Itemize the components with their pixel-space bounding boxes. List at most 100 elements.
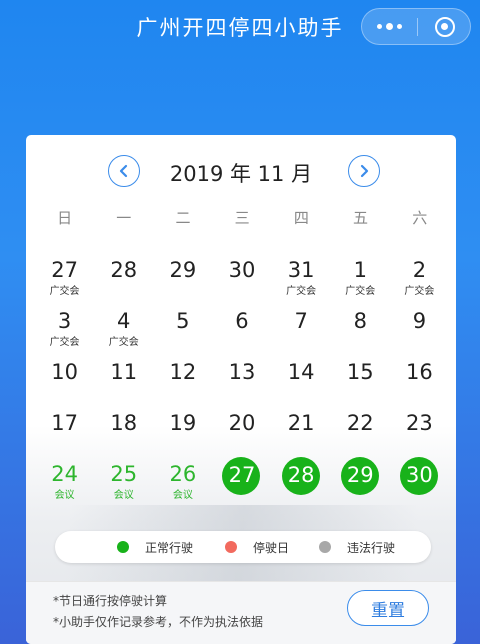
calendar-day-cell[interactable]: 9 <box>390 302 449 353</box>
weekday-label: 三 <box>234 209 250 227</box>
day-note: 广交会 <box>404 286 435 297</box>
day-note: 广交会 <box>49 337 80 348</box>
day-number: 27 <box>51 258 78 282</box>
calendar-day-cell[interactable]: 24 会议 <box>35 455 94 506</box>
day-note: 广交会 <box>345 286 376 297</box>
calendar-day-cell[interactable]: 13 <box>212 353 271 404</box>
calendar-day-cell[interactable]: 18 <box>94 404 153 455</box>
calendar-day-cell[interactable]: 29 <box>153 251 212 302</box>
calendar-day-cell[interactable]: 5 <box>153 302 212 353</box>
calendar-day-cell[interactable]: 17 <box>35 404 94 455</box>
calendar-day-cell[interactable]: 15 <box>331 353 390 404</box>
calendar-week-row: 3 广交会 4 广交会 5 6 7 8 9 <box>35 302 449 353</box>
calendar-day-cell[interactable]: 11 <box>94 353 153 404</box>
day-number: 28 <box>287 463 315 487</box>
day-number: 21 <box>287 411 315 435</box>
more-menu-button[interactable] <box>362 9 417 44</box>
calendar-day-cell[interactable]: 16 <box>390 353 449 404</box>
day-number: 13 <box>228 360 256 384</box>
weekday-label: 二 <box>175 209 191 227</box>
calendar-week-row: 17 18 19 20 21 22 23 <box>35 404 449 455</box>
weekday-header: 日 一 二 三 四 五 六 <box>26 207 456 231</box>
day-number: 20 <box>228 411 256 435</box>
more-icon <box>377 24 382 29</box>
status-legend: 正常行驶 停驶日 违法行驶 <box>55 531 431 563</box>
calendar-day-cell[interactable]: 3 广交会 <box>35 302 94 353</box>
calendar-day-cell[interactable]: 23 <box>390 404 449 455</box>
calendar-week-row: 24 会议 25 会议 26 会议 27 28 29 30 <box>35 455 449 506</box>
day-number: 26 <box>169 462 197 486</box>
day-number: 11 <box>110 360 138 384</box>
close-circle-icon <box>435 16 455 37</box>
gray-dot-icon <box>319 541 331 553</box>
day-number: 23 <box>406 411 433 435</box>
mini-program-capsule <box>361 8 471 45</box>
day-note: 广交会 <box>286 286 317 297</box>
day-number: 24 <box>51 462 78 486</box>
legend-item-illegal: 违法行驶 <box>319 531 395 563</box>
next-month-button[interactable] <box>348 155 380 187</box>
calendar-day-cell[interactable]: 4 广交会 <box>94 302 153 353</box>
weekday-label: 日 <box>57 209 73 227</box>
calendar-day-cell[interactable]: 2 广交会 <box>390 251 449 302</box>
calendar-day-cell[interactable]: 28 <box>272 455 331 506</box>
calendar-day-cell[interactable]: 29 <box>331 455 390 506</box>
day-number: 16 <box>406 360 433 384</box>
day-number: 12 <box>169 360 197 384</box>
calendar-day-cell[interactable]: 6 <box>212 302 271 353</box>
calendar-day-cell[interactable]: 30 <box>212 251 271 302</box>
day-note: 会议 <box>172 490 193 501</box>
close-mini-program-button[interactable] <box>418 9 472 44</box>
day-note: 广交会 <box>49 286 80 297</box>
day-number: 28 <box>110 258 138 282</box>
calendar-day-cell[interactable]: 27 <box>212 455 271 506</box>
day-number: 30 <box>228 258 256 282</box>
calendar-day-cell[interactable]: 14 <box>272 353 331 404</box>
calendar-card: 2019 年 11 月 日 一 二 三 四 五 六 27 广交会 28 29 30 31 广… <box>26 135 456 644</box>
calendar-day-cell[interactable]: 1 广交会 <box>331 251 390 302</box>
calendar-day-cell[interactable]: 28 <box>94 251 153 302</box>
calendar-day-cell[interactable]: 8 <box>331 302 390 353</box>
calendar-day-cell[interactable]: 19 <box>153 404 212 455</box>
day-number: 8 <box>353 309 367 333</box>
day-note: 会议 <box>113 490 134 501</box>
legend-item-normal: 正常行驶 <box>117 531 193 563</box>
month-navigator: 2019 年 11 月 <box>26 153 456 189</box>
day-number: 25 <box>110 462 138 486</box>
day-number: 2 <box>412 258 427 282</box>
calendar-day-cell[interactable]: 27 广交会 <box>35 251 94 302</box>
day-number: 10 <box>51 360 78 384</box>
more-icon-dot <box>397 24 402 29</box>
day-note: 广交会 <box>108 337 139 348</box>
legend-label: 违法行驶 <box>347 540 396 555</box>
calendar-day-cell[interactable]: 10 <box>35 353 94 404</box>
calendar-day-cell[interactable]: 21 <box>272 404 331 455</box>
day-number: 30 <box>406 463 433 487</box>
calendar-day-cell[interactable]: 25 会议 <box>94 455 153 506</box>
calendar-week-row: 10 11 12 13 14 15 16 <box>35 353 449 404</box>
calendar-day-cell[interactable]: 20 <box>212 404 271 455</box>
calendar-day-cell[interactable]: 12 <box>153 353 212 404</box>
calendar-grid: 27 广交会 28 29 30 31 广交会 1 广交会 2 广交会 3 广交会 4 广交会 5 6 7 8 9 10 1… <box>35 251 449 506</box>
day-number: 4 <box>117 309 131 333</box>
day-note: 会议 <box>54 490 75 501</box>
chevron-right-icon <box>360 164 369 178</box>
weekday-label: 五 <box>353 209 369 227</box>
day-number: 19 <box>169 411 197 435</box>
calendar-day-cell[interactable]: 31 广交会 <box>272 251 331 302</box>
red-dot-icon <box>225 541 237 553</box>
day-number: 9 <box>412 309 427 333</box>
day-number: 17 <box>51 411 78 435</box>
month-label: 2019 年 11 月 <box>169 162 313 186</box>
footer-bar: *节日通行按停驶计算 *小助手仅作记录参考，不作为执法依据 重置 <box>26 581 456 644</box>
calendar-day-cell[interactable]: 26 会议 <box>153 455 212 506</box>
calendar-week-row: 27 广交会 28 29 30 31 广交会 1 广交会 2 广交会 <box>35 251 449 302</box>
calendar-day-cell[interactable]: 22 <box>331 404 390 455</box>
reset-button[interactable]: 重置 <box>347 590 429 626</box>
day-number: 22 <box>346 411 374 435</box>
top-bar: 广州开四停四小助手 <box>0 0 480 52</box>
weekday-label: 四 <box>293 209 309 227</box>
calendar-day-cell[interactable]: 7 <box>272 302 331 353</box>
more-icon-dot <box>386 23 393 30</box>
calendar-day-cell[interactable]: 30 <box>390 455 449 506</box>
